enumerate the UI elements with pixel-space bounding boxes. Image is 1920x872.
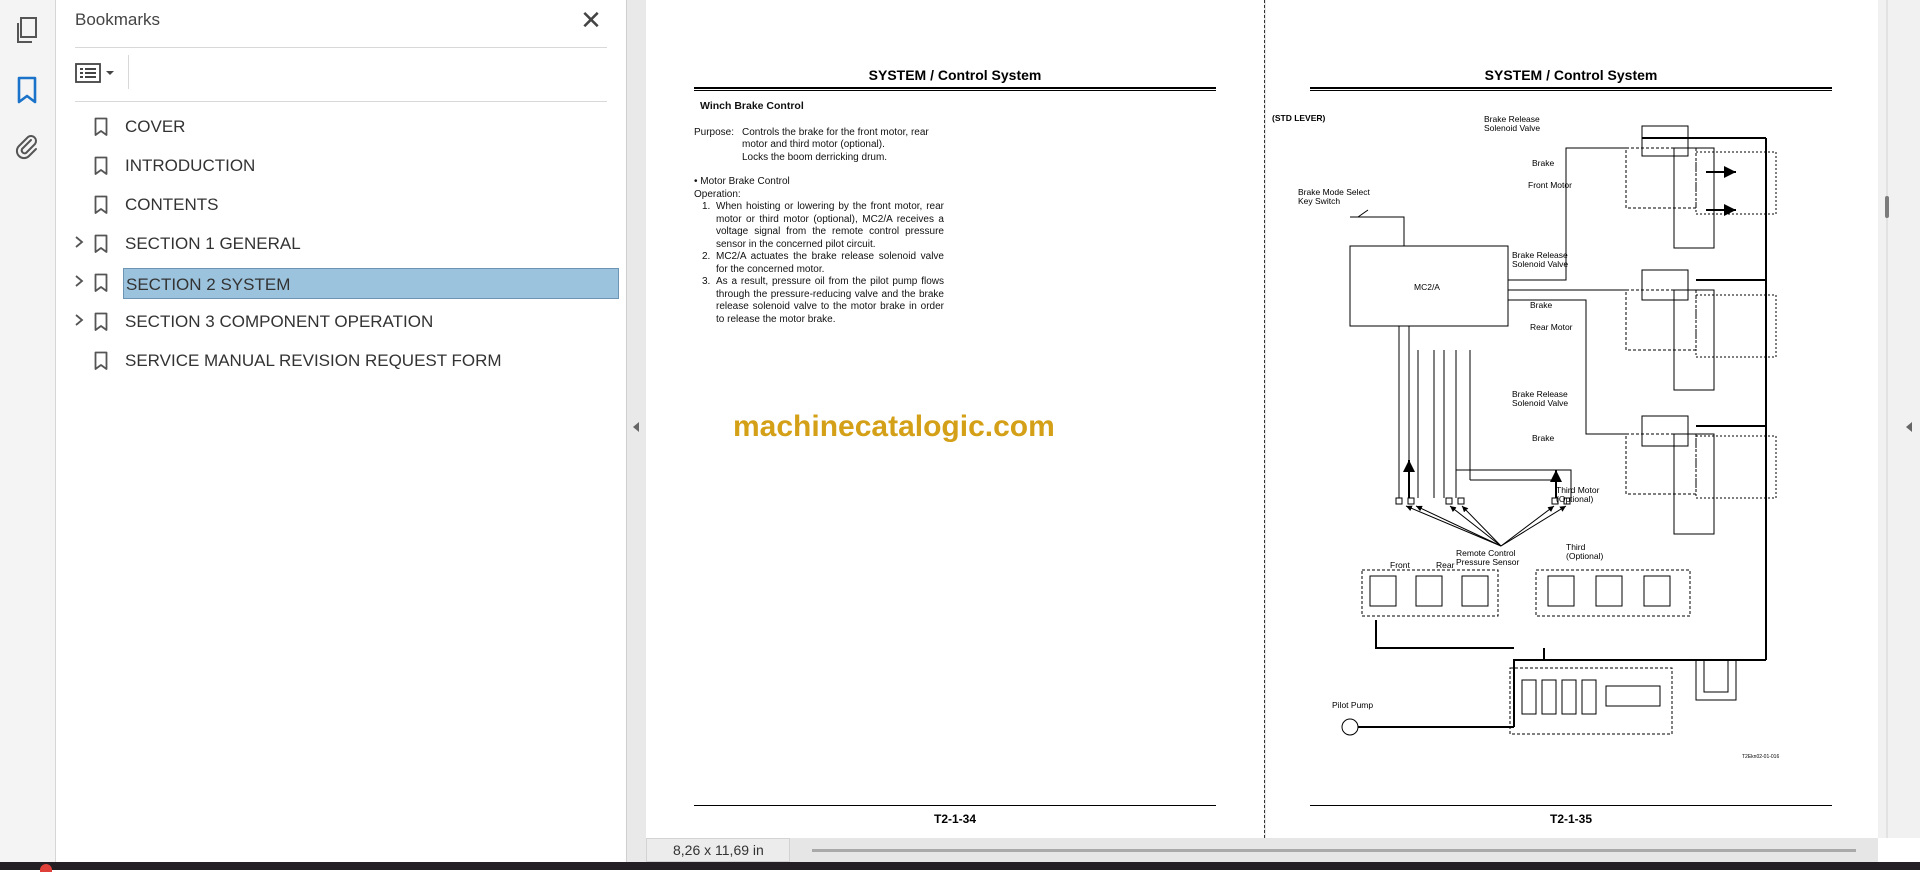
bullet-heading: • Motor Brake Control — [694, 176, 790, 187]
bookmark-label: SECTION 1 GENERAL — [125, 234, 301, 253]
bookmark-item[interactable]: COVER — [56, 111, 626, 143]
page-right: SYSTEM / Control System (STD LEVER) Brak… — [1266, 0, 1878, 838]
purpose-block: Purpose: Controls the brake for the fron… — [694, 127, 944, 165]
diagram-label: Rear Motor — [1530, 322, 1573, 332]
purpose-line: Locks the boom derricking drum. — [742, 151, 888, 163]
toolbar-separator — [128, 55, 129, 89]
page-header: SYSTEM / Control System — [1484, 67, 1658, 83]
step-text: When hoisting or lowering by the front m… — [716, 201, 944, 250]
section-title: Winch Brake Control — [700, 100, 804, 112]
bookmark-icon — [94, 117, 108, 137]
bookmark-label: COVER — [125, 117, 186, 136]
page-number: T2-1-35 — [1549, 812, 1593, 826]
diagram-label: Pressure Sensor — [1456, 557, 1519, 567]
diagram-label: (Optional) — [1566, 551, 1603, 561]
dropdown-caret-icon — [106, 71, 114, 75]
horizontal-scrollbar[interactable] — [812, 849, 1856, 852]
diagram-label: Rear — [1436, 560, 1455, 570]
page-left: SYSTEM / Control System Winch Brake Cont… — [646, 0, 1264, 838]
chevron-right-icon[interactable] — [70, 274, 88, 292]
step: 1. When hoisting or lowering by the fron… — [702, 201, 944, 250]
app-icon[interactable] — [40, 864, 52, 872]
bookmark-label: SECTION 3 COMPONENT OPERATION — [125, 312, 434, 331]
page-size-readout: 8,26 x 11,69 in — [646, 838, 790, 862]
step-text: As a result, pressure oil from the pilot… — [716, 276, 944, 325]
bookmark-icon — [94, 312, 108, 332]
bookmark-item[interactable]: SECTION 3 COMPONENT OPERATION — [56, 306, 626, 338]
bookmark-options-button[interactable] — [75, 60, 125, 86]
bookmark-icon — [94, 273, 108, 293]
hydraulic-circuit-diagram: (STD LEVER) Brake Mode Select Key Switch… — [1272, 113, 1779, 760]
vertical-scrollbar[interactable] — [1878, 0, 1920, 838]
taskbar — [0, 862, 1920, 870]
status-bar: 8,26 x 11,69 in — [646, 838, 1878, 862]
bookmark-label: SECTION 2 SYSTEM — [123, 268, 619, 299]
attachment-icon[interactable] — [10, 129, 44, 163]
bookmarks-title: Bookmarks — [75, 10, 161, 29]
expand-right-panel-icon[interactable] — [1904, 420, 1914, 437]
divider — [75, 101, 607, 102]
scroll-thumb[interactable] — [1885, 196, 1889, 218]
bookmark-item[interactable]: SECTION 1 GENERAL — [56, 228, 626, 260]
diagram-label: Front Motor — [1528, 180, 1572, 190]
header-rule — [1310, 87, 1832, 91]
bookmark-item[interactable]: INTRODUCTION — [56, 150, 626, 182]
purpose-line: motor and third motor (optional). — [742, 139, 885, 150]
scroll-track[interactable] — [1886, 0, 1888, 838]
header-rule — [694, 87, 1216, 91]
diagram-label: Brake — [1532, 433, 1554, 443]
footer-rule — [1310, 805, 1832, 806]
bookmark-item[interactable]: SERVICE MANUAL REVISION REQUEST FORM — [56, 345, 626, 377]
step-text: MC2/A actuates the brake release solenoi… — [716, 251, 944, 275]
diagram-label: Brake — [1530, 300, 1552, 310]
diagram-label: Key Switch — [1298, 196, 1340, 206]
page-header: SYSTEM / Control System — [868, 67, 1042, 83]
diagram-label: Solenoid Valve — [1512, 398, 1568, 408]
bookmark-icon — [94, 156, 108, 176]
sidebar-rail — [0, 0, 56, 862]
bookmark-icon — [94, 195, 108, 215]
divider — [75, 47, 607, 48]
step: 2. MC2/A actuates the brake release sole… — [702, 251, 944, 275]
purpose-label: Purpose: — [694, 126, 735, 138]
document-viewer[interactable]: SYSTEM / Control System Winch Brake Cont… — [646, 0, 1878, 838]
diagram-label: (Optional) — [1556, 494, 1593, 504]
diagram-label: (STD LEVER) — [1272, 113, 1326, 123]
purpose-line: Controls the brake for the front motor, … — [742, 126, 929, 138]
bookmark-icon[interactable] — [10, 73, 44, 107]
bookmark-label: CONTENTS — [125, 195, 219, 214]
operation-label: Operation: — [694, 188, 741, 200]
pages-icon[interactable] — [10, 14, 44, 48]
bookmark-item[interactable]: CONTENTS — [56, 189, 626, 221]
chevron-right-icon[interactable] — [70, 313, 88, 331]
diagram-label: Solenoid Valve — [1512, 259, 1568, 269]
bookmarks-panel: Bookmarks ✕ COVER INTRODUCTION CONTENTS … — [56, 0, 627, 862]
step: 3. As a result, pressure oil from the pi… — [702, 276, 944, 325]
chevron-right-icon[interactable] — [70, 235, 88, 253]
page-body: Winch Brake Control Purpose: Controls th… — [694, 100, 944, 326]
diagram-label: Pilot Pump — [1332, 700, 1373, 710]
diagram-label: Brake — [1532, 158, 1554, 168]
list-options-icon — [75, 63, 101, 83]
bookmark-item-selected[interactable]: SECTION 2 SYSTEM — [56, 267, 626, 299]
diagram-label: Front — [1390, 560, 1410, 570]
footer-rule — [694, 805, 1216, 806]
collapse-left-icon[interactable] — [631, 420, 641, 437]
diagram-label: Solenoid Valve — [1484, 123, 1540, 133]
page-number: T2-1-34 — [933, 812, 977, 826]
figure-code: T2Ekn02-01-016 — [1742, 754, 1779, 760]
bookmark-icon — [94, 234, 108, 254]
bookmark-icon — [94, 351, 108, 371]
watermark: machinecatalogic.com — [733, 410, 1055, 443]
bookmark-label: INTRODUCTION — [125, 156, 256, 175]
diagram-label: MC2/A — [1414, 282, 1440, 292]
close-icon[interactable]: ✕ — [576, 5, 606, 35]
bookmark-label: SERVICE MANUAL REVISION REQUEST FORM — [125, 351, 502, 370]
